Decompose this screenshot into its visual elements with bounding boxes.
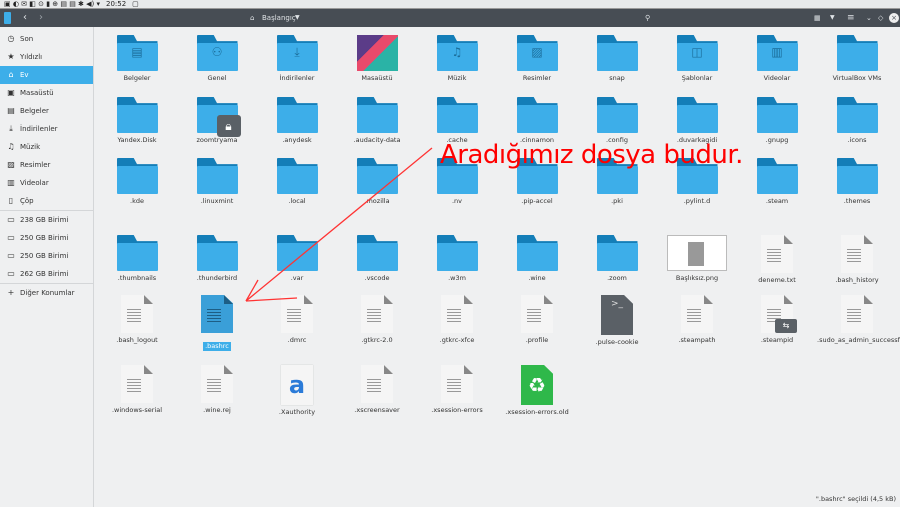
annotation-arrow xyxy=(245,147,433,302)
arrow-line xyxy=(245,147,433,302)
arrow-head-right xyxy=(245,297,298,302)
arrow-head-left xyxy=(245,279,259,302)
annotation-text: Aradığımız dosya budur. xyxy=(440,140,743,170)
